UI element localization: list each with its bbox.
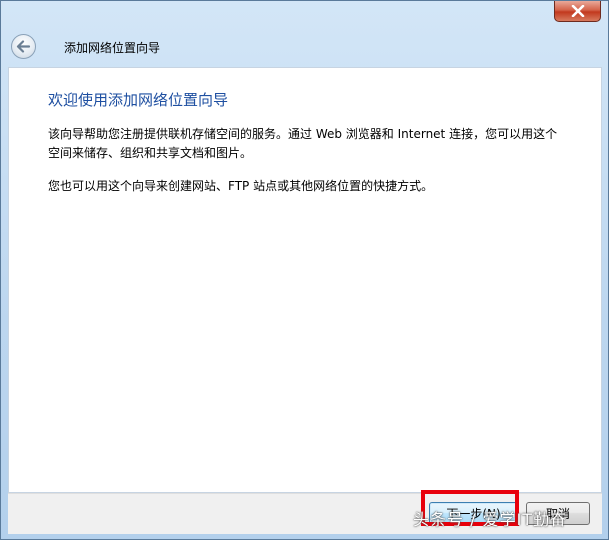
back-arrow-icon (16, 40, 31, 53)
shortcut-paragraph: 您也可以用这个向导来创建网站、FTP 站点或其他网络位置的快捷方式。 (48, 179, 434, 193)
close-icon (571, 5, 584, 17)
close-button[interactable] (554, 1, 601, 22)
description-paragraph: 该向导帮助您注册提供联机存储空间的服务。通过 Web 浏览器和 Internet… (48, 127, 558, 160)
wizard-window: 添加网络位置向导 欢迎使用添加网络位置向导 该向导帮助您注册提供联机存储空间的服… (0, 0, 609, 540)
page-heading: 欢迎使用添加网络位置向导 (48, 91, 229, 109)
window-title: 添加网络位置向导 (64, 41, 161, 55)
back-button[interactable] (11, 34, 36, 59)
wizard-content: 欢迎使用添加网络位置向导 该向导帮助您注册提供联机存储空间的服务。通过 Web … (8, 67, 602, 493)
watermark: 头条号 / 爱学IT勤奋 (413, 510, 568, 529)
